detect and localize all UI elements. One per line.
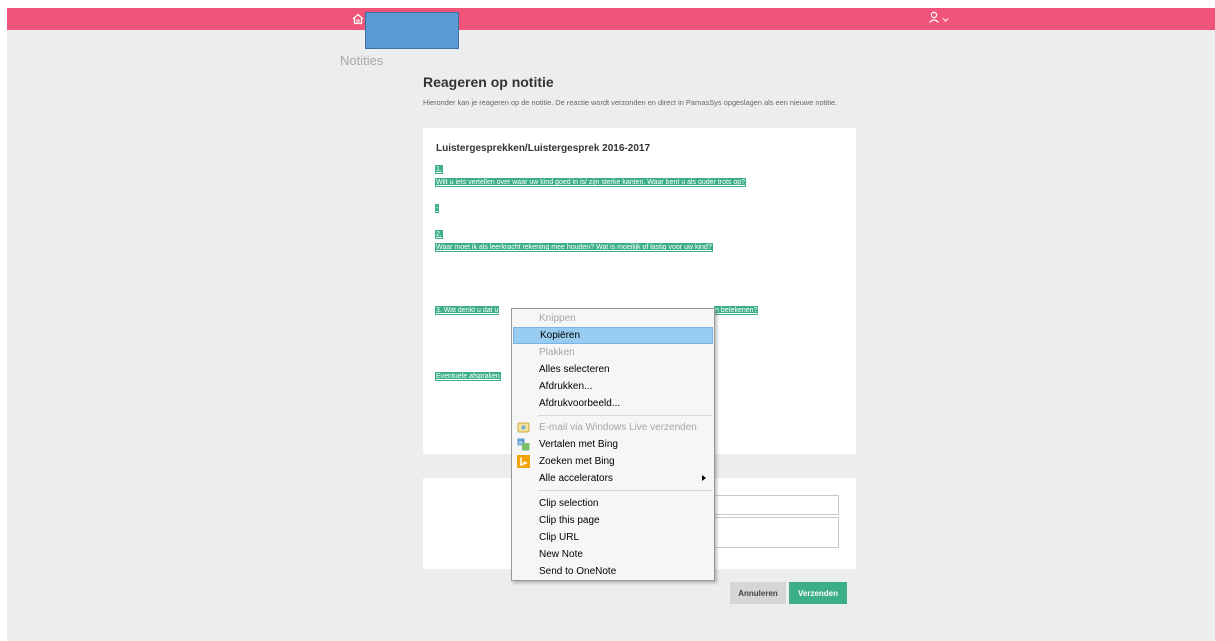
page-title: Reageren op notitie xyxy=(423,74,554,90)
question-1-answer: - xyxy=(435,204,440,213)
menu-item-email-windows-live[interactable]: E-mail via Windows Live verzenden xyxy=(513,419,713,436)
menu-item-new-note[interactable]: New Note xyxy=(513,546,713,563)
page-intro: Hieronder kan je reageren op de notitie.… xyxy=(423,98,838,107)
menu-item-send-onenote[interactable]: Send to OneNote xyxy=(513,563,713,580)
agreements-text: Eventuele afspraken xyxy=(435,372,501,381)
cancel-button[interactable]: Annuleren xyxy=(730,582,786,604)
question-2-text: Waar moet ik als leerkracht rekening mee… xyxy=(435,243,713,252)
menu-item-print-preview[interactable]: Afdrukvoorbeeld... xyxy=(513,395,713,412)
question-2-number: 2. xyxy=(435,230,443,239)
question-1-number: 1. xyxy=(435,165,443,174)
menu-item-copy[interactable]: Kopiëren xyxy=(513,327,713,344)
question-3-text-end: n betekenen? xyxy=(714,306,759,315)
menu-item-print[interactable]: Afdrukken... xyxy=(513,378,713,395)
menu-item-email-label: E-mail via Windows Live verzenden xyxy=(539,422,697,433)
send-button[interactable]: Verzenden xyxy=(789,582,847,604)
note-title: Luistergesprekken/Luistergesprek 2016-20… xyxy=(436,143,650,154)
menu-item-cut[interactable]: Knippen xyxy=(513,310,713,327)
menu-item-all-accelerators[interactable]: Alle accelerators xyxy=(513,470,713,487)
menu-item-search-bing[interactable]: Zoeken met Bing xyxy=(513,453,713,470)
chevron-down-icon xyxy=(942,10,949,28)
context-menu: Knippen Kopiëren Plakken Alles selectere… xyxy=(511,308,715,581)
menu-separator xyxy=(538,490,712,491)
reply-subject-input[interactable] xyxy=(714,495,839,515)
top-bar xyxy=(7,8,1215,30)
menu-item-clip-page[interactable]: Clip this page xyxy=(513,512,713,529)
menu-item-clip-url[interactable]: Clip URL xyxy=(513,529,713,546)
svg-text:a: a xyxy=(519,440,523,447)
menu-item-select-all[interactable]: Alles selecteren xyxy=(513,361,713,378)
bing-icon xyxy=(517,455,530,468)
logo-placeholder xyxy=(365,12,459,49)
user-menu[interactable] xyxy=(928,10,952,28)
translate-icon: a xyxy=(517,438,530,451)
user-icon xyxy=(928,10,940,28)
menu-item-paste[interactable]: Plakken xyxy=(513,344,713,361)
reply-message-textarea[interactable] xyxy=(714,517,839,548)
home-icon[interactable] xyxy=(351,12,365,26)
menu-item-accelerators-label: Alle accelerators xyxy=(539,473,613,484)
submenu-arrow-icon xyxy=(702,475,706,481)
menu-item-translate-bing[interactable]: a Vertalen met Bing xyxy=(513,436,713,453)
question-3-text-start: 3. Wat denkt u dat u xyxy=(435,306,500,315)
section-title: Notities xyxy=(340,53,384,68)
email-icon xyxy=(517,421,530,434)
question-1-text: Wilt u iets vertellen over waar uw kind … xyxy=(435,178,747,187)
menu-separator xyxy=(538,415,712,416)
menu-item-clip-selection[interactable]: Clip selection xyxy=(513,495,713,512)
